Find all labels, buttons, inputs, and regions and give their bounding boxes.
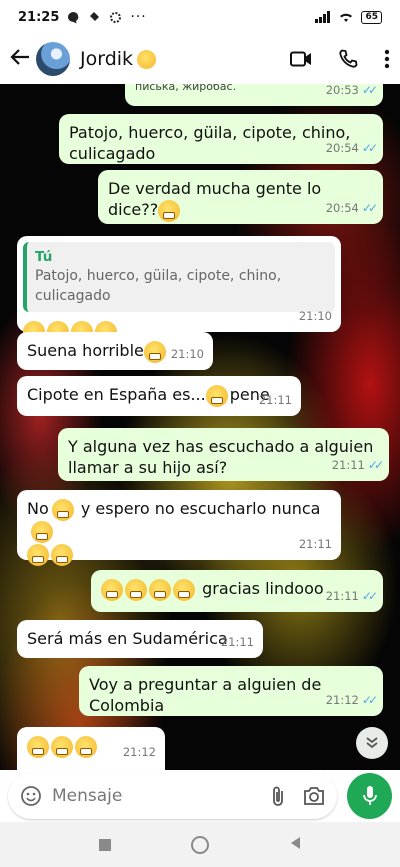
message-bubble[interactable]: Voy a preguntar a alguien de Colombia 21… bbox=[79, 666, 383, 716]
rolling-laughing-emoji-icon bbox=[149, 578, 171, 601]
contact-name[interactable]: Jordik bbox=[80, 48, 133, 70]
message-text: gracias lindooo bbox=[197, 579, 324, 598]
notification-icon bbox=[90, 11, 100, 21]
wifi-icon bbox=[340, 13, 353, 22]
kissing-face-emoji-icon bbox=[51, 735, 73, 758]
message-text: Y alguna vez has escuchado a alguien lla… bbox=[68, 437, 374, 477]
message-bubble[interactable]: Cipote en España es... pene 21:11 bbox=[17, 376, 301, 416]
rolling-laughing-emoji-icon bbox=[125, 578, 147, 601]
message-text: No bbox=[27, 499, 49, 518]
more-notifications-icon: ··· bbox=[130, 9, 147, 25]
message-bubble[interactable]: Patojo, huerco, güila, cipote, chino, cu… bbox=[59, 114, 383, 164]
quoted-message[interactable]: Tú Patojo, huerco, güila, cipote, chino,… bbox=[23, 242, 335, 312]
grimacing-emoji-icon bbox=[27, 543, 49, 566]
battery-icon: 65 bbox=[361, 10, 382, 24]
hugging-face-emoji-icon bbox=[137, 49, 157, 69]
message-text: Voy a preguntar a alguien de Colombia bbox=[89, 675, 322, 715]
message-bubble[interactable]: gracias lindooo 21:11 ✓✓ bbox=[91, 570, 383, 612]
rolling-eyes-emoji-icon bbox=[143, 340, 166, 363]
message-text: писька, жиробас. bbox=[135, 84, 237, 93]
scroll-down-icon[interactable] bbox=[356, 727, 388, 759]
rolling-eyes-emoji-icon bbox=[158, 199, 181, 222]
message-text: Cipote en España es... bbox=[27, 385, 206, 404]
chat-header: Jordik bbox=[0, 34, 400, 84]
message-bubble[interactable]: 21:12 bbox=[17, 727, 165, 770]
attach-icon[interactable] bbox=[271, 785, 285, 807]
grimacing-emoji-icon bbox=[51, 543, 73, 566]
recent-apps-icon[interactable] bbox=[99, 838, 111, 851]
rolling-laughing-emoji-icon bbox=[101, 578, 123, 601]
message-bubble[interactable]: Tú Patojo, huerco, güila, cipote, chino,… bbox=[17, 236, 341, 343]
rolling-laughing-emoji-icon bbox=[173, 578, 195, 601]
message-bubble[interactable]: писька, жиробас. 20:53 ✓✓ bbox=[125, 84, 383, 106]
read-ticks-icon: ✓✓ bbox=[367, 458, 384, 472]
video-call-icon[interactable] bbox=[290, 51, 312, 67]
more-options-icon[interactable] bbox=[384, 49, 390, 69]
kissing-face-emoji-icon bbox=[27, 735, 49, 758]
message-notification-icon bbox=[68, 11, 79, 23]
back-arrow-icon[interactable] bbox=[10, 47, 30, 72]
phone-icon[interactable] bbox=[338, 49, 358, 69]
status-bar: 21:25 ··· 65 bbox=[0, 0, 400, 34]
back-nav-icon[interactable] bbox=[289, 835, 301, 854]
quote-author: Tú bbox=[35, 249, 53, 265]
message-text: y espero no escucharlo nunca bbox=[75, 499, 321, 518]
settings-notification-icon bbox=[110, 11, 122, 23]
chat-area[interactable]: писька, жиробас. 20:53 ✓✓ Patojo, huerco,… bbox=[0, 84, 400, 770]
message-input-pill bbox=[8, 773, 337, 819]
signal-icon bbox=[315, 11, 331, 23]
system-nav-bar bbox=[0, 822, 400, 867]
read-ticks-icon: ✓✓ bbox=[361, 201, 378, 215]
avatar[interactable] bbox=[36, 42, 70, 76]
status-time: 21:25 bbox=[18, 9, 60, 25]
kissing-face-emoji-icon bbox=[75, 735, 97, 758]
message-text: Patojo, huerco, güila, cipote, chino, cu… bbox=[69, 123, 351, 163]
message-bubble[interactable]: Suena horrible 21:10 bbox=[17, 332, 213, 370]
message-bubble[interactable]: Y alguna vez has escuchado a alguien lla… bbox=[58, 428, 389, 481]
read-ticks-icon: ✓✓ bbox=[361, 141, 378, 155]
message-text: De verdad mucha gente lo dice?? bbox=[108, 179, 322, 219]
rolling-eyes-emoji-icon bbox=[205, 384, 228, 407]
read-ticks-icon: ✓✓ bbox=[361, 693, 378, 707]
message-composer bbox=[0, 770, 400, 822]
home-icon[interactable] bbox=[191, 835, 209, 854]
quote-text: Patojo, huerco, güila, cipote, chino, cu… bbox=[35, 268, 282, 304]
read-ticks-icon: ✓✓ bbox=[361, 84, 378, 97]
camera-icon[interactable] bbox=[303, 786, 325, 806]
grimacing-emoji-icon bbox=[51, 498, 74, 521]
read-ticks-icon: ✓✓ bbox=[361, 589, 378, 603]
emoji-icon[interactable] bbox=[20, 785, 42, 807]
grimacing-emoji-icon bbox=[31, 521, 53, 543]
message-input[interactable] bbox=[52, 786, 271, 806]
message-text: Suena horrible bbox=[27, 341, 144, 360]
message-bubble[interactable]: De verdad mucha gente lo dice?? 20:54 ✓✓ bbox=[98, 170, 383, 224]
mic-icon[interactable] bbox=[347, 773, 392, 819]
message-text: Será más en Sudamérica bbox=[27, 629, 228, 648]
message-bubble[interactable]: No y espero no escucharlo nunca 21:11 bbox=[17, 490, 341, 566]
message-bubble[interactable]: Será más en Sudamérica 21:11 bbox=[17, 620, 263, 658]
